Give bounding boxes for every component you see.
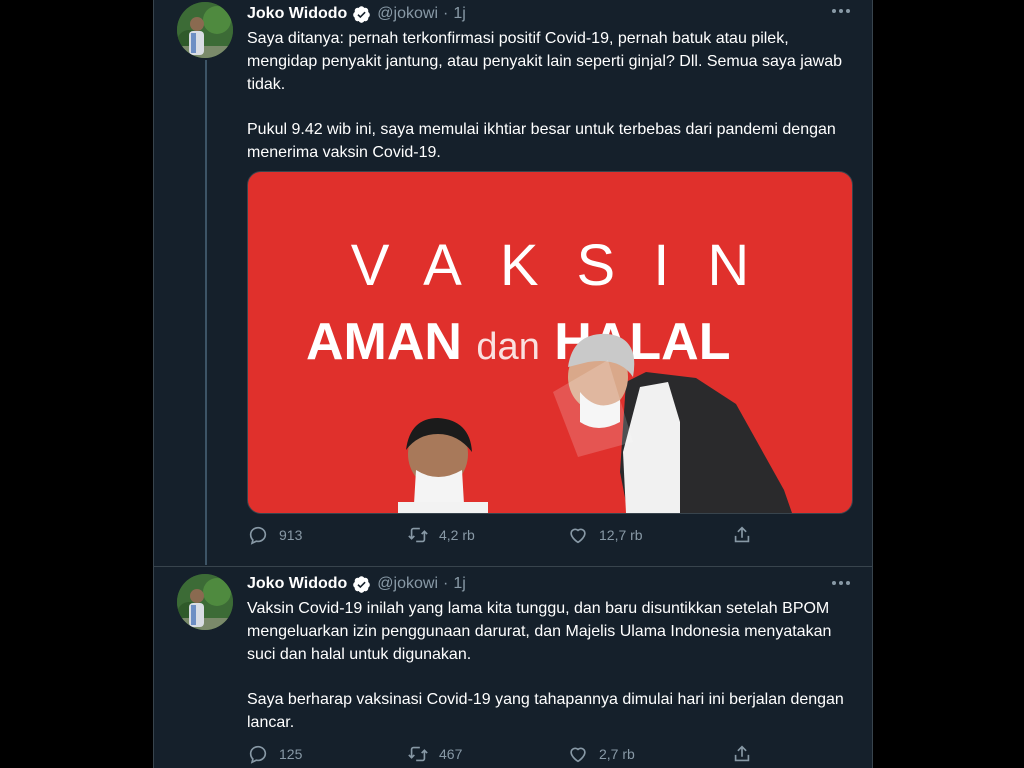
thread-connector-line <box>205 60 207 565</box>
tweet-divider <box>154 566 872 567</box>
tweet-text: Saya ditanya: pernah terkonfirmasi posit… <box>247 27 857 164</box>
share-icon <box>731 743 753 765</box>
reply-icon <box>247 524 269 546</box>
tweet-header: Joko Widodo @jokowi · 1j <box>247 573 466 595</box>
reply-icon <box>247 743 269 765</box>
more-icon[interactable] <box>830 574 852 592</box>
reply-button[interactable]: 913 <box>247 524 407 546</box>
tweet-paragraph: Pukul 9.42 wib ini, saya memulai ikhtiar… <box>247 121 836 161</box>
tweet-paragraph: Saya berharap vaksinasi Covid-19 yang ta… <box>247 691 844 731</box>
avatar[interactable] <box>177 2 233 58</box>
like-button[interactable]: 12,7 rb <box>567 524 727 546</box>
tweet-actions: 913 4,2 rb 12,7 rb <box>247 524 767 546</box>
tweet-text: Vaksin Covid-19 inilah yang lama kita tu… <box>247 597 857 734</box>
author-handle[interactable]: @jokowi <box>377 575 438 593</box>
tweet-actions: 125 467 2,7 rb <box>247 743 767 765</box>
author-name[interactable]: Joko Widodo <box>247 5 347 23</box>
retweet-button[interactable]: 4,2 rb <box>407 524 567 546</box>
like-count: 2,7 rb <box>599 746 635 762</box>
separator: · <box>443 5 449 22</box>
reply-count: 913 <box>279 527 303 543</box>
more-icon[interactable] <box>830 2 852 20</box>
avatar[interactable] <box>177 574 233 630</box>
author-name[interactable]: Joko Widodo <box>247 575 347 593</box>
tweet-time[interactable]: 1j <box>453 575 465 593</box>
timeline-column: Joko Widodo @jokowi · 1j Saya ditanya: p… <box>153 0 873 768</box>
share-icon <box>731 524 753 546</box>
photo-people-illustration <box>398 333 792 513</box>
author-handle[interactable]: @jokowi <box>377 5 438 23</box>
verified-badge-icon <box>352 575 371 594</box>
retweet-icon <box>407 743 429 765</box>
reply-button[interactable]: 125 <box>247 743 407 765</box>
share-button[interactable] <box>731 524 763 546</box>
reply-count: 125 <box>279 746 303 762</box>
tweet-header: Joko Widodo @jokowi · 1j <box>247 3 466 25</box>
tweet-media-image[interactable]: VAKSIN AMAN dan HALAL <box>247 171 853 514</box>
separator: · <box>443 575 449 592</box>
like-icon <box>567 524 589 546</box>
like-icon <box>567 743 589 765</box>
retweet-count: 467 <box>439 746 463 762</box>
retweet-icon <box>407 524 429 546</box>
tweet-paragraph: Saya ditanya: pernah terkonfirmasi posit… <box>247 30 843 93</box>
like-count: 12,7 rb <box>599 527 643 543</box>
retweet-button[interactable]: 467 <box>407 743 567 765</box>
retweet-count: 4,2 rb <box>439 527 475 543</box>
share-button[interactable] <box>731 743 763 765</box>
tweet-time[interactable]: 1j <box>453 5 465 23</box>
tweet-paragraph: Vaksin Covid-19 inilah yang lama kita tu… <box>247 600 832 663</box>
like-button[interactable]: 2,7 rb <box>567 743 727 765</box>
verified-badge-icon <box>352 5 371 24</box>
